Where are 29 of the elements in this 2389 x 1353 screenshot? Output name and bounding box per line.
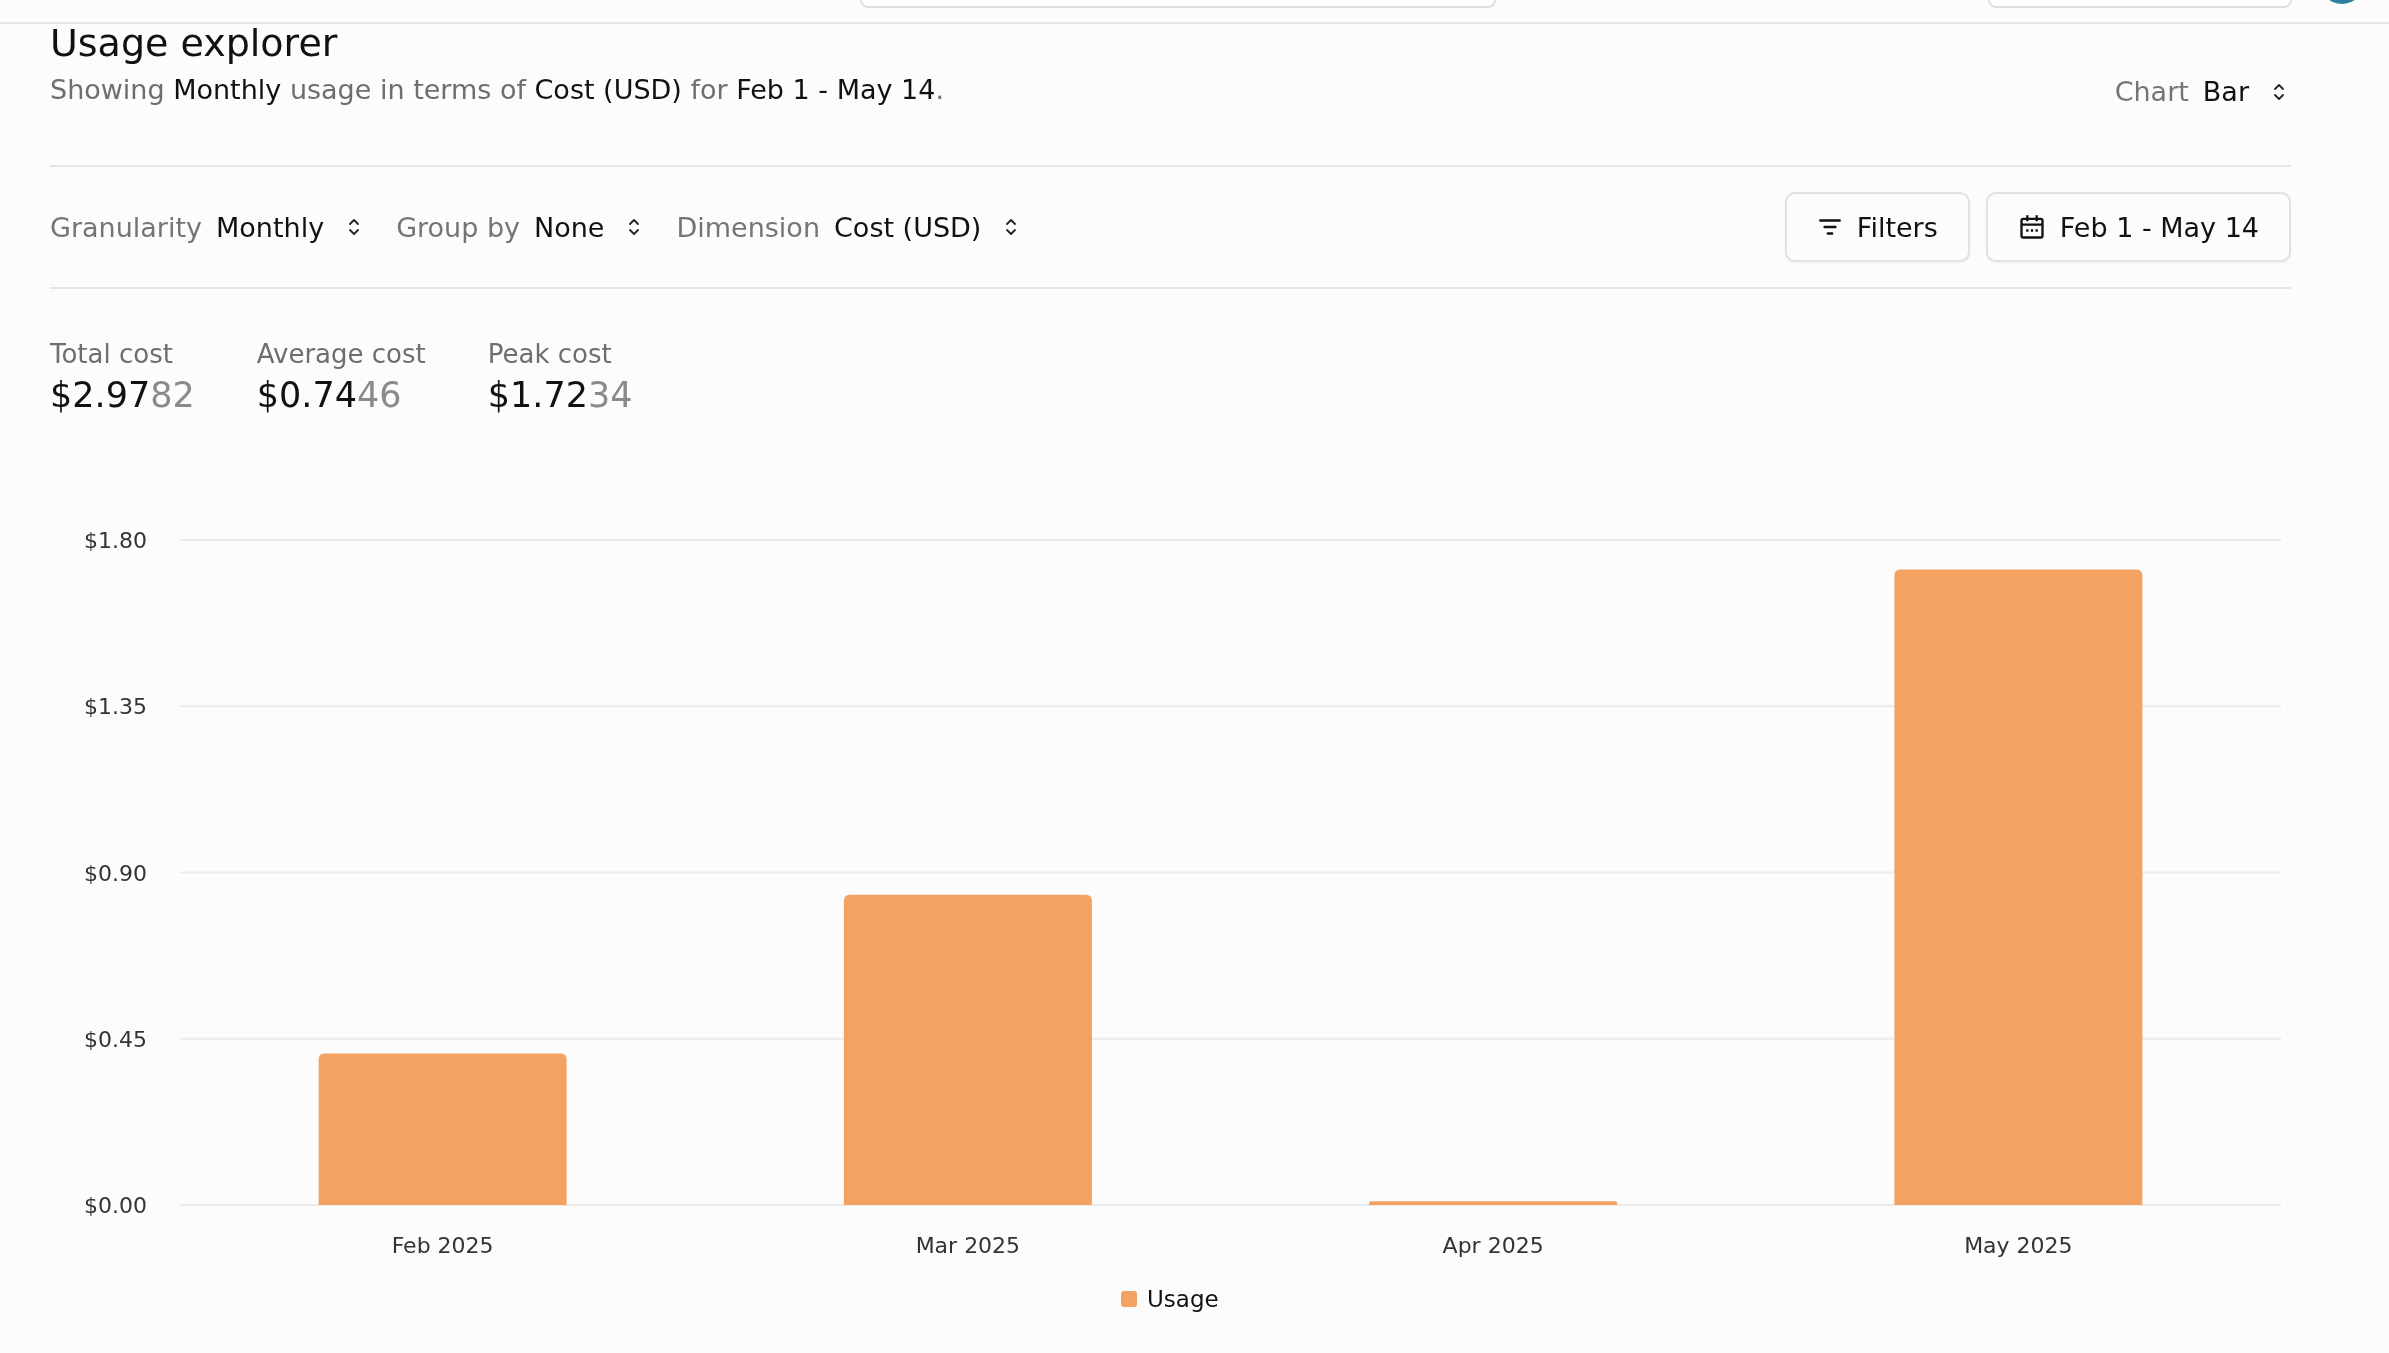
calendar-icon xyxy=(2017,213,2046,241)
dropdown-select[interactable]: Granularity Monthly xyxy=(50,211,361,243)
chevron-up-down-icon xyxy=(2273,81,2285,102)
metric-value: $2.9782 xyxy=(50,375,195,415)
x-axis-label: May 2025 xyxy=(1964,1233,2073,1258)
y-axis-label: $1.80 xyxy=(84,528,147,553)
y-axis-label: $0.00 xyxy=(84,1193,147,1218)
x-axis-label: Apr 2025 xyxy=(1442,1233,1544,1258)
chevron-up-down-icon xyxy=(628,217,641,237)
metric-value: $1.7234 xyxy=(487,375,633,415)
metric-label: Average cost xyxy=(256,339,426,369)
chevron-up-down-icon xyxy=(1005,217,1018,237)
chevron-up-down-icon xyxy=(348,217,361,237)
date-range-button[interactable]: Feb 1 - May 14 xyxy=(1985,192,2291,262)
legend-label: Usage xyxy=(1147,1286,1219,1312)
metric-value: $0.7446 xyxy=(256,375,403,415)
dropdown-select[interactable]: Dimension Cost (USD) xyxy=(676,211,1018,243)
x-axis-label: Mar 2025 xyxy=(915,1233,1021,1258)
filters-button[interactable]: Filters xyxy=(1784,192,1970,262)
chart-type-select[interactable]: Chart Bar xyxy=(2114,76,2285,107)
y-axis-label: $0.45 xyxy=(84,1026,147,1052)
dropdown-select[interactable]: Group by None xyxy=(396,211,641,243)
metric-label: Peak cost xyxy=(487,339,613,369)
y-axis-label: $1.35 xyxy=(84,694,147,720)
summary-text: Showing Monthly usage in terms of Cost (USD) for Feb 1 - May 14. xyxy=(50,74,944,105)
x-axis-label: Feb 2025 xyxy=(391,1233,494,1258)
page-title: Usage explorer xyxy=(50,20,339,66)
y-axis-label: $0.90 xyxy=(84,860,147,886)
metric-label: Total cost xyxy=(50,339,174,369)
